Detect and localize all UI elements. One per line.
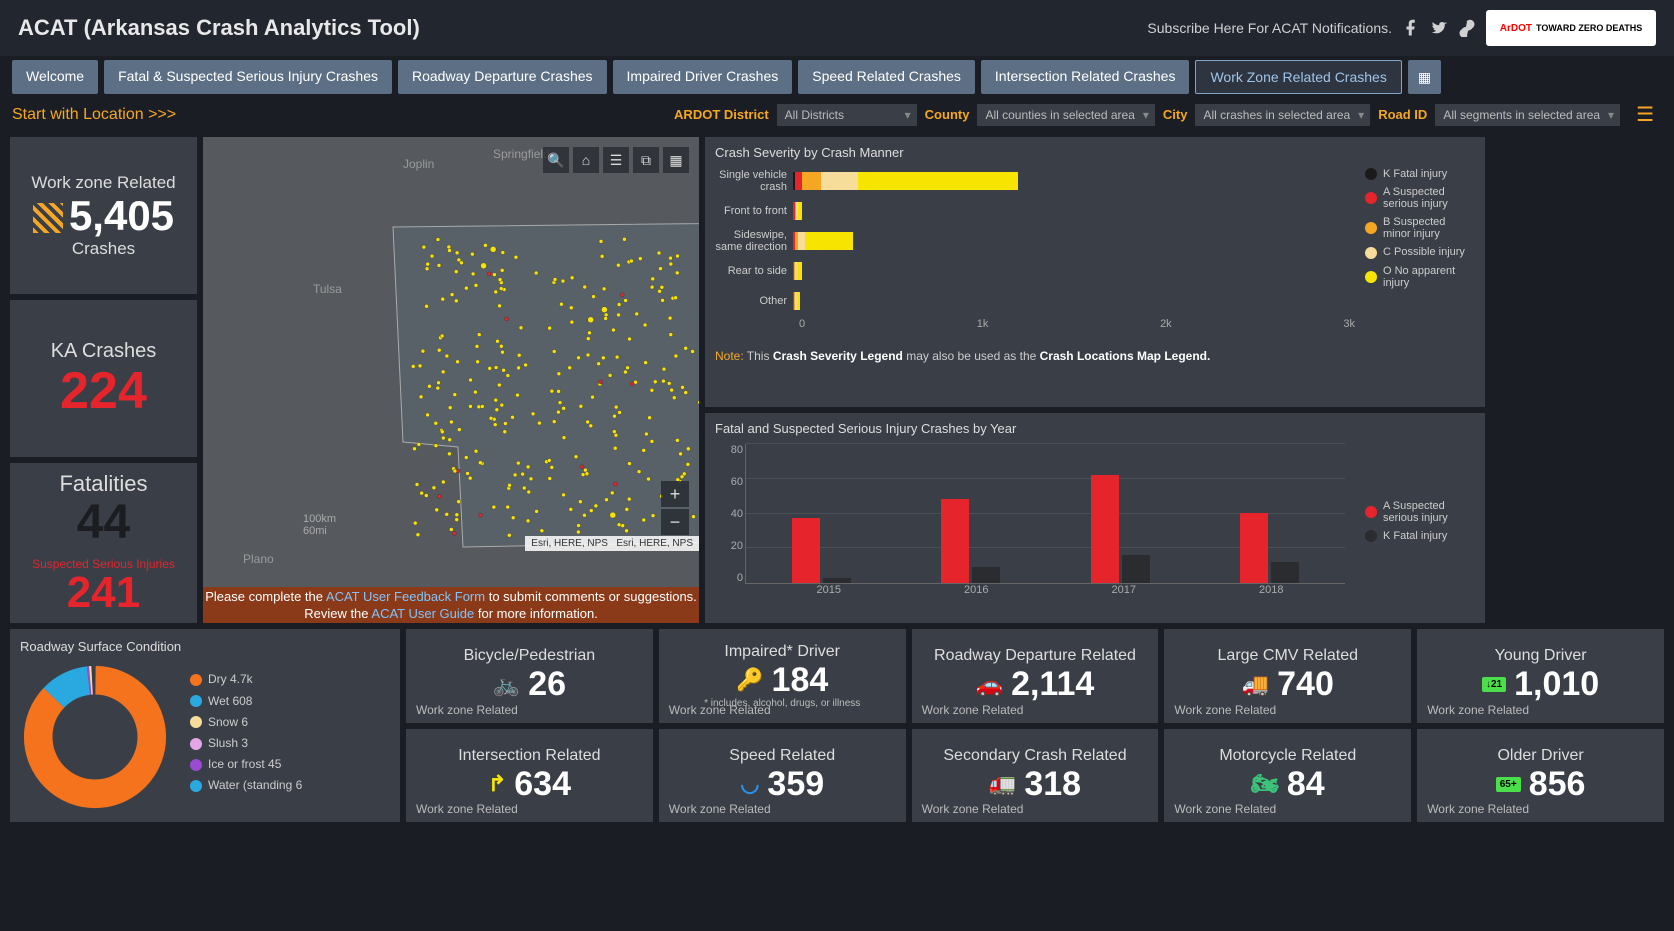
zoom-in-button[interactable]: + xyxy=(661,481,689,507)
tab-5[interactable]: Intersection Related Crashes xyxy=(981,60,1190,94)
map-search-icon[interactable]: 🔍 xyxy=(543,147,569,173)
map-toolbar: 🔍 ⌂ ☰ ⧉ ▦ xyxy=(543,147,689,173)
filter-bar: Start with Location >>> ARDOT District A… xyxy=(0,98,1674,131)
ardot-logo[interactable]: ArDOT TOWARD ZERO DEATHS xyxy=(1486,10,1656,46)
feedback-link[interactable]: ACAT User Feedback Form xyxy=(326,589,485,604)
tab-6[interactable]: Work Zone Related Crashes xyxy=(1195,60,1401,94)
mini-card[interactable]: Motorcycle Related🏍84Work zone Related xyxy=(1164,729,1411,823)
city-select[interactable]: All crashes in selected area xyxy=(1195,104,1370,126)
district-select[interactable]: All Districts xyxy=(777,104,917,126)
severity-legend: K Fatal injuryA Suspected serious injury… xyxy=(1365,168,1475,338)
secondary-icon: 🚛 xyxy=(989,771,1016,797)
key-icon: 🔑 xyxy=(736,667,763,693)
severity-chart-panel: Crash Severity by Crash Manner Single ve… xyxy=(705,137,1485,407)
workzone-stat: Work zone Related 5,405 Crashes xyxy=(10,137,197,294)
mini-card[interactable]: Intersection Related↱634Work zone Relate… xyxy=(406,729,653,823)
mini-card[interactable]: Roadway Departure Related🚗2,114Work zone… xyxy=(912,629,1159,723)
mini-card[interactable]: Secondary Crash Related🚛318Work zone Rel… xyxy=(912,729,1159,823)
district-label: ARDOT District xyxy=(674,107,769,122)
badge: ↓21 xyxy=(1482,677,1506,692)
bicycle-icon: 🚲 xyxy=(493,672,520,698)
subscribe-text[interactable]: Subscribe Here For ACAT Notifications. xyxy=(1147,20,1392,36)
surface-donut[interactable] xyxy=(20,662,170,812)
severity-note: Note: This Crash Severity Legend may als… xyxy=(715,348,1475,365)
map-layers-icon[interactable]: ⧉ xyxy=(633,147,659,173)
mini-card[interactable]: Bicycle/Pedestrian🚲26Work zone Related xyxy=(406,629,653,723)
tab-2[interactable]: Roadway Departure Crashes xyxy=(398,60,607,94)
mini-card[interactable]: Large CMV Related🚚740Work zone Related xyxy=(1164,629,1411,723)
mini-card[interactable]: Impaired* Driver🔑184* includes, alcohol,… xyxy=(659,629,906,723)
map-basemap-icon[interactable]: ▦ xyxy=(663,147,689,173)
badge: 65+ xyxy=(1496,777,1521,792)
ka-stat: KA Crashes 224 xyxy=(10,300,197,457)
tab-1[interactable]: Fatal & Suspected Serious Injury Crashes xyxy=(104,60,392,94)
state-outline xyxy=(383,207,699,587)
tab-grid-icon[interactable]: ▦ xyxy=(1408,60,1441,94)
car-icon: 🚗 xyxy=(976,672,1003,698)
tab-3[interactable]: Impaired Driver Crashes xyxy=(613,60,793,94)
surface-panel: Roadway Surface Condition Dry 4.7kWet 60… xyxy=(10,629,400,822)
feedback-banner: Please complete the ACAT User Feedback F… xyxy=(203,587,699,623)
hatch-icon xyxy=(33,203,63,233)
road-select[interactable]: All segments in selected area xyxy=(1435,104,1620,126)
county-select[interactable]: All counties in selected area xyxy=(977,104,1154,126)
header: ACAT (Arkansas Crash Analytics Tool) Sub… xyxy=(0,0,1674,56)
tab-0[interactable]: Welcome xyxy=(12,60,98,94)
county-label: County xyxy=(925,107,970,122)
map-panel: 🔍 ⌂ ☰ ⧉ ▦ + − JoplinSpringfieldCape Gira… xyxy=(203,137,699,623)
intersection-icon: ↱ xyxy=(488,771,506,797)
tab-bar: WelcomeFatal & Suspected Serious Injury … xyxy=(0,56,1674,98)
menu-icon[interactable]: ☰ xyxy=(1628,102,1662,127)
app-title: ACAT (Arkansas Crash Analytics Tool) xyxy=(18,15,420,41)
map-legend-icon[interactable]: ☰ xyxy=(603,147,629,173)
map-attribution: Esri, HERE, NPS Esri, HERE, NPS xyxy=(525,536,699,551)
mini-card[interactable]: Young Driver↓211,010Work zone Related xyxy=(1417,629,1664,723)
road-label: Road ID xyxy=(1378,107,1427,122)
map-home-icon[interactable]: ⌂ xyxy=(573,147,599,173)
mini-card[interactable]: Older Driver65+856Work zone Related xyxy=(1417,729,1664,823)
fatal-stat: Fatalities 44 Suspected Serious Injuries… xyxy=(10,463,197,623)
tab-4[interactable]: Speed Related Crashes xyxy=(798,60,975,94)
link-icon[interactable] xyxy=(1458,19,1476,37)
start-location[interactable]: Start with Location >>> xyxy=(12,106,176,124)
truck-icon: 🚚 xyxy=(1242,672,1269,698)
twitter-icon[interactable] xyxy=(1430,19,1448,37)
severity-bars[interactable]: Single vehicle crashFront to frontSidesw… xyxy=(715,168,1355,338)
left-stack: Work zone Related 5,405 Crashes KA Crash… xyxy=(10,137,197,623)
map-scale: 100km60mi xyxy=(303,513,336,537)
facebook-icon[interactable] xyxy=(1402,19,1420,37)
userguide-link[interactable]: ACAT User Guide xyxy=(371,606,474,621)
surface-legend: Dry 4.7kWet 608Snow 6Slush 3Ice or frost… xyxy=(190,673,302,800)
content-grid: Work zone Related 5,405 Crashes KA Crash… xyxy=(0,131,1674,629)
year-bars[interactable]: 806040200 2015201620172018 xyxy=(715,444,1345,604)
bottom-row: Roadway Surface Condition Dry 4.7kWet 60… xyxy=(0,629,1674,832)
mini-card[interactable]: Speed Related◡359Work zone Related xyxy=(659,729,906,823)
header-right: Subscribe Here For ACAT Notifications. A… xyxy=(1147,10,1656,46)
motorcycle-icon: 🏍 xyxy=(1251,771,1279,797)
city-label: City xyxy=(1163,107,1188,122)
speed-icon: ◡ xyxy=(740,771,759,797)
year-legend: A Suspected serious injuryK Fatal injury xyxy=(1365,500,1475,548)
zoom-control: + − xyxy=(661,481,689,537)
mini-grid: Bicycle/Pedestrian🚲26Work zone RelatedIm… xyxy=(406,629,1664,822)
map-canvas[interactable]: 🔍 ⌂ ☰ ⧉ ▦ + − JoplinSpringfieldCape Gira… xyxy=(203,137,699,587)
zoom-out-button[interactable]: − xyxy=(661,509,689,535)
year-chart-panel: Fatal and Suspected Serious Injury Crash… xyxy=(705,413,1485,623)
